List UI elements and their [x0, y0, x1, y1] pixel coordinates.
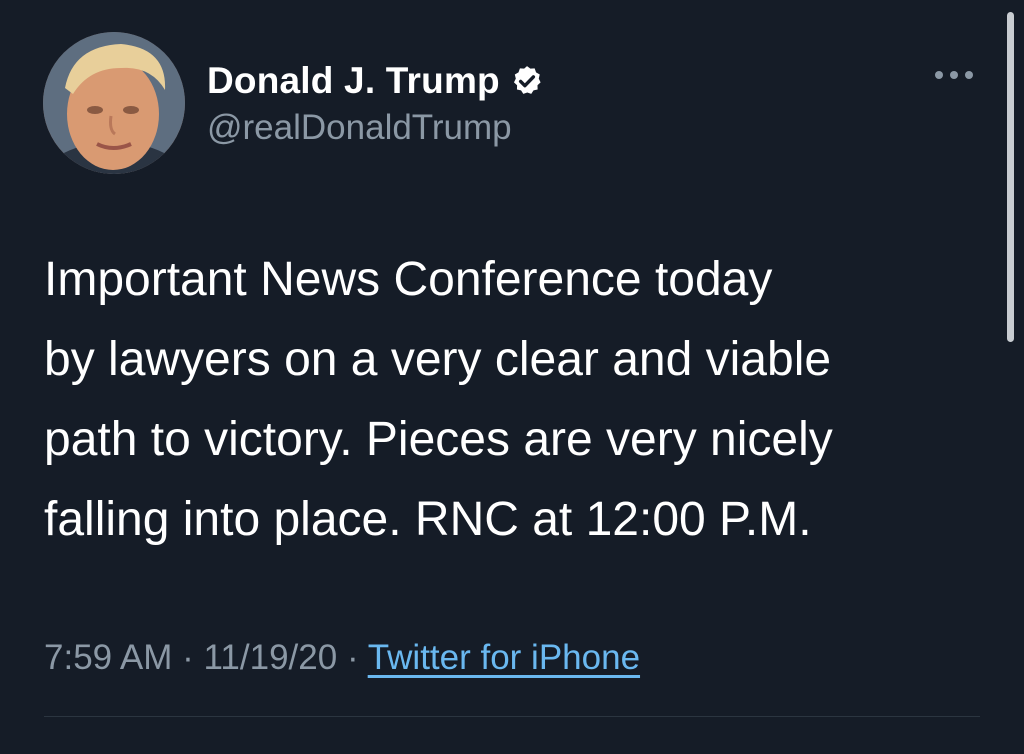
display-name[interactable]: Donald J. Trump: [207, 60, 500, 102]
tweet-text-line: Important News Conference today: [44, 253, 773, 306]
divider: [44, 716, 980, 717]
more-options-icon[interactable]: [930, 60, 978, 90]
tweet-text-line: path to victory. Pieces are very nicely: [44, 413, 833, 466]
tweet-time[interactable]: 7:59 AM: [44, 638, 172, 677]
verified-badge-icon: [513, 66, 541, 94]
tweet-source-link[interactable]: Twitter for iPhone: [368, 638, 640, 677]
avatar-portrait-icon: [43, 32, 185, 174]
tweet-text-line: by lawyers on a very clear and viable: [44, 333, 832, 386]
tweet-date[interactable]: 11/19/20: [204, 638, 338, 677]
tweet-text-line: falling into place. RNC at 12:00 P.M.: [44, 493, 812, 546]
tweet-text: Important News Conference today by lawye…: [44, 240, 994, 560]
author-name-row[interactable]: Donald J. Trump: [207, 58, 544, 104]
tweet-metadata: 7:59 AM · 11/19/20 · Twitter for iPhone: [44, 638, 640, 678]
user-handle[interactable]: @realDonaldTrump: [207, 108, 512, 148]
avatar[interactable]: [43, 32, 185, 174]
meta-separator: ·: [346, 638, 359, 677]
meta-separator: ·: [182, 638, 194, 677]
tweet-card: Donald J. Trump @realDonaldTrump Importa…: [0, 0, 1024, 754]
scrollbar[interactable]: [1007, 12, 1014, 342]
